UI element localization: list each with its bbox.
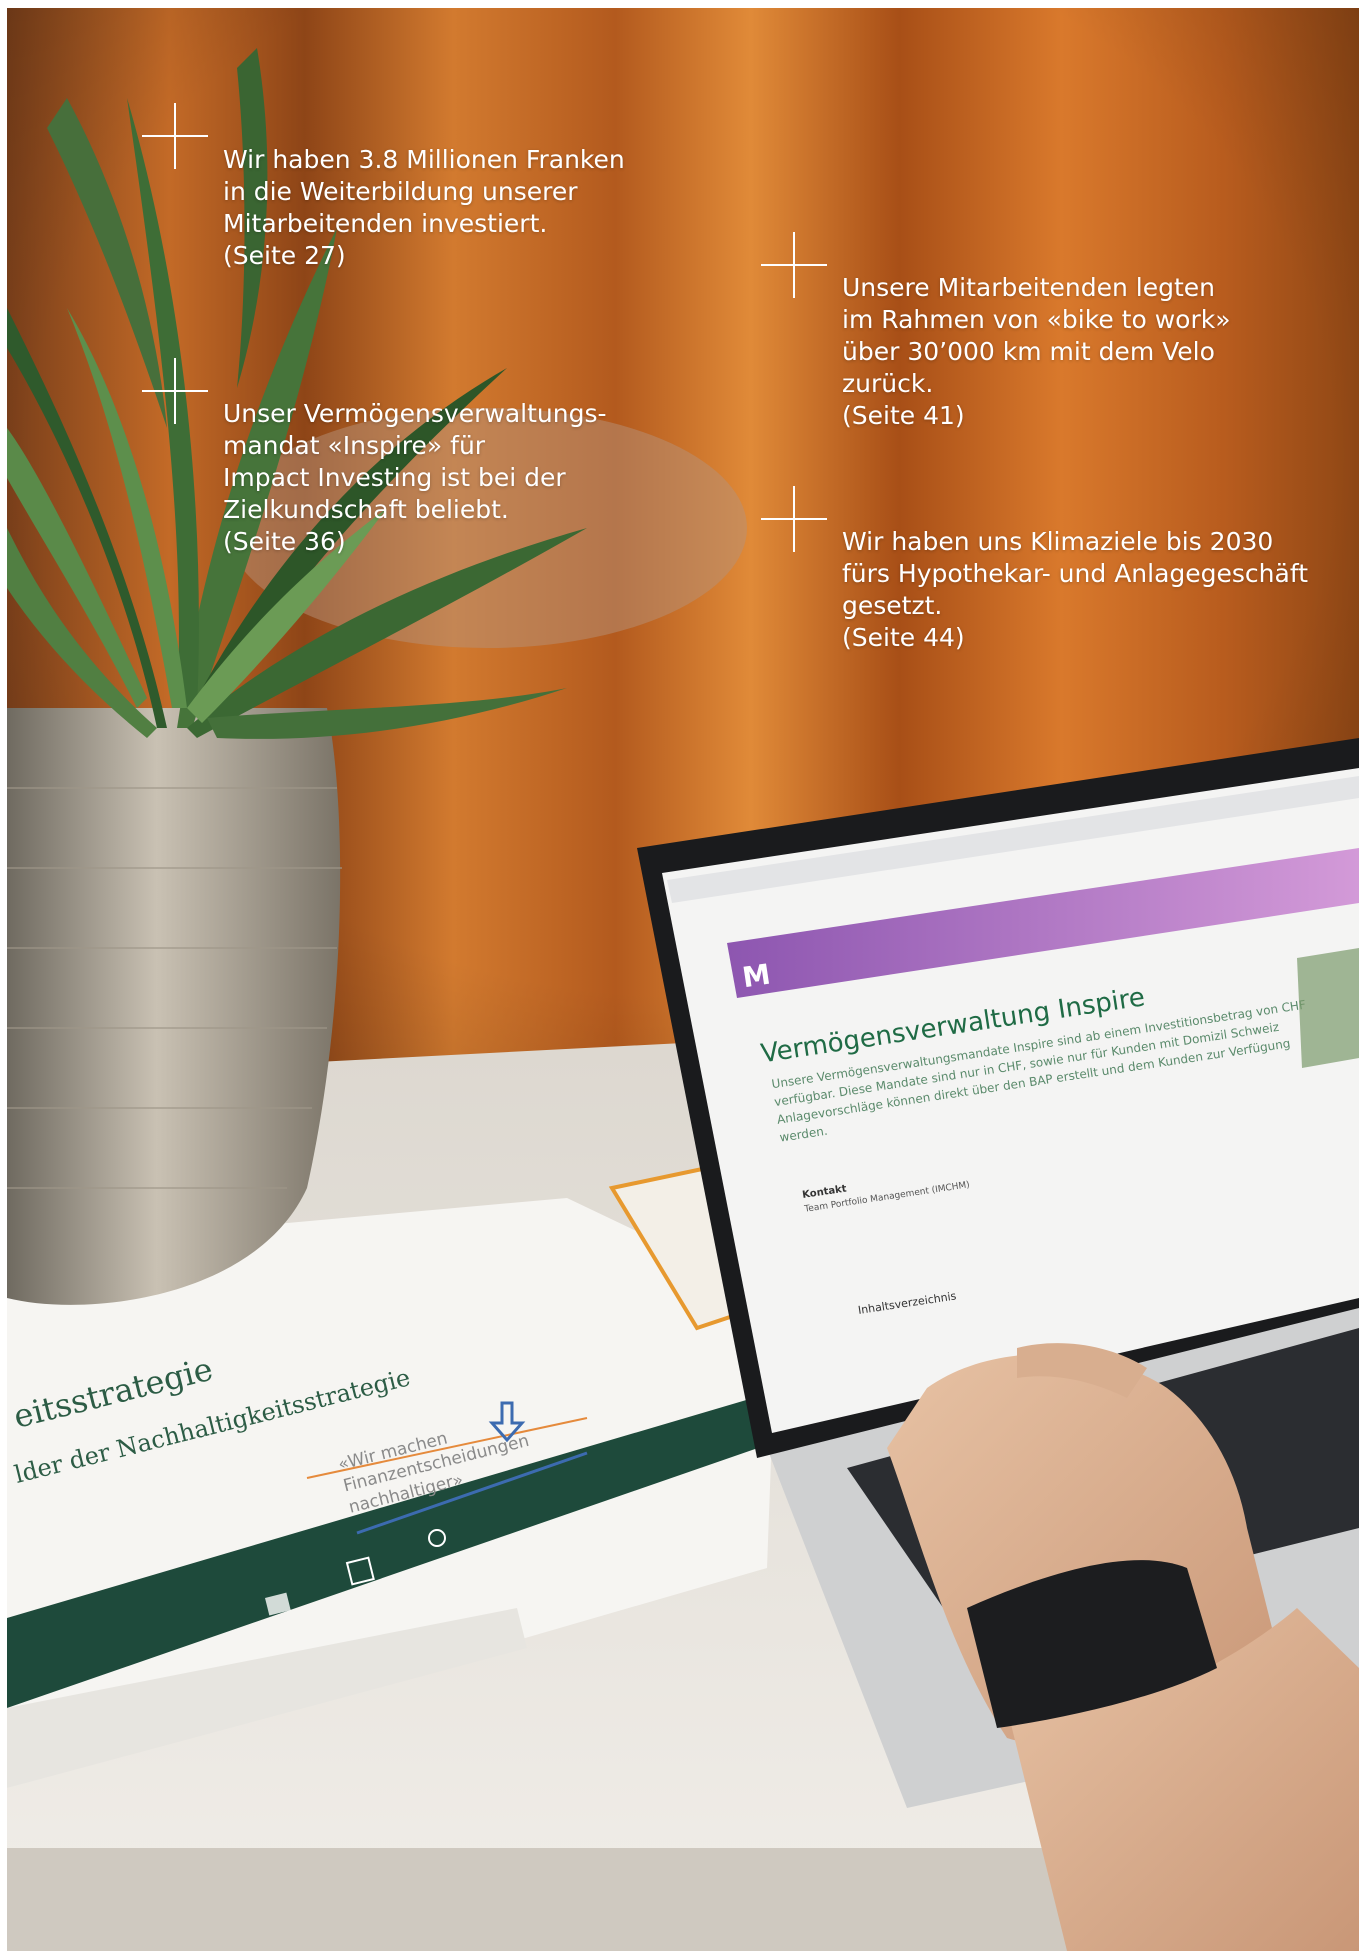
plus-icon: [761, 232, 827, 298]
plus-icon: [142, 358, 208, 424]
plant-pot: [7, 708, 341, 1305]
plus-icon: [761, 486, 827, 552]
screen-logo: M: [740, 958, 772, 995]
callout-text: Unsere Mitarbeitenden legten im Rahmen v…: [842, 273, 1231, 430]
callout-text: Wir haben 3.8 Millionen Franken in die W…: [223, 145, 625, 270]
plus-icon: [142, 103, 208, 169]
page: eitsstrategie lder der Nachhaltigkeitsst…: [0, 0, 1367, 1959]
callout-text: Unser Vermögensverwaltungs- mandat «Insp…: [223, 399, 607, 556]
callout-text: Wir haben uns Klimaziele bis 2030 fürs H…: [842, 527, 1309, 652]
